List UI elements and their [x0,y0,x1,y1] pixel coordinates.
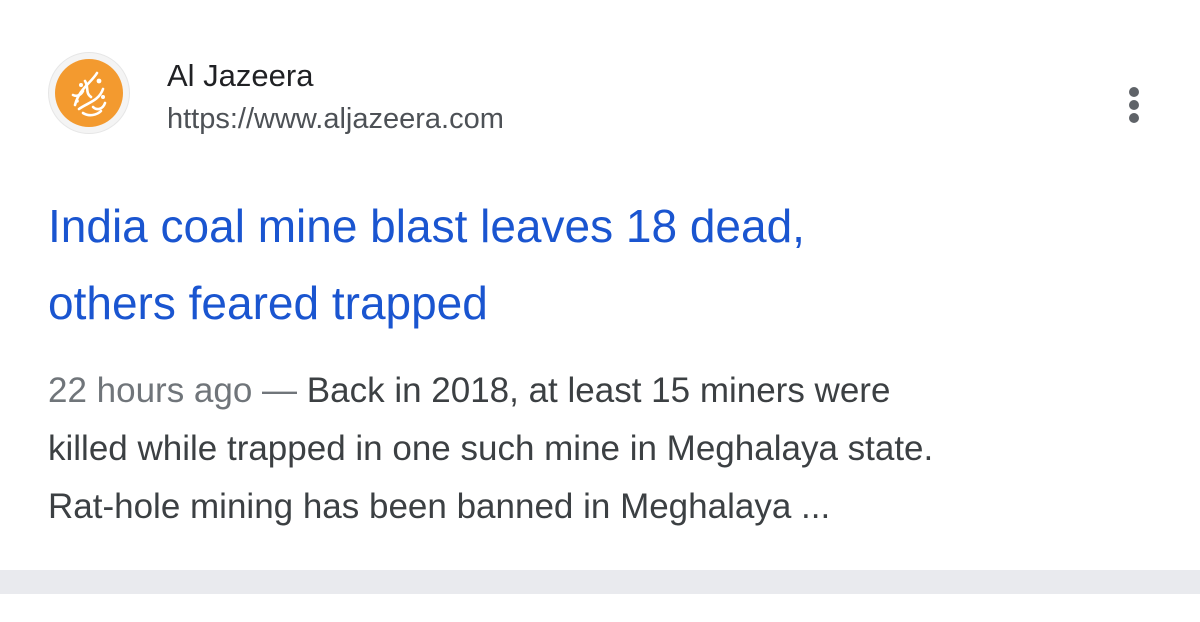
result-title-line-1: India coal mine blast leaves 18 dead, [48,200,805,252]
snippet-line-3: Rat-hole mining has been banned in Megha… [48,487,831,526]
source-row[interactable]: Al Jazeera https://www.aljazeera.com [48,52,1148,142]
favicon-container [48,52,130,134]
site-url: https://www.aljazeera.com [167,103,504,135]
site-name: Al Jazeera [167,58,314,93]
snippet-line-2: killed while trapped in one such mine in… [48,429,934,468]
al-jazeera-logo-icon [55,59,123,127]
result-date: 22 hours ago [48,371,253,410]
date-separator: — [252,371,307,410]
more-vert-icon [1129,87,1139,97]
next-result-area [0,594,1200,622]
result-title-line-2: others feared trapped [48,277,488,329]
more-vert-icon-dot [1129,100,1139,110]
more-options-button[interactable] [1108,78,1160,130]
result-divider [0,570,1200,594]
search-result-card: Al Jazeera https://www.aljazeera.com Ind… [0,0,1200,570]
more-vert-icon-dot [1129,113,1139,123]
snippet-line-1: Back in 2018, at least 15 miners were [306,371,891,410]
result-snippet: 22 hours ago — Back in 2018, at least 15… [48,362,1158,536]
result-title-link[interactable]: India coal mine blast leaves 18 dead, ot… [48,188,1158,342]
al-jazeera-logo-glyph [71,71,107,117]
